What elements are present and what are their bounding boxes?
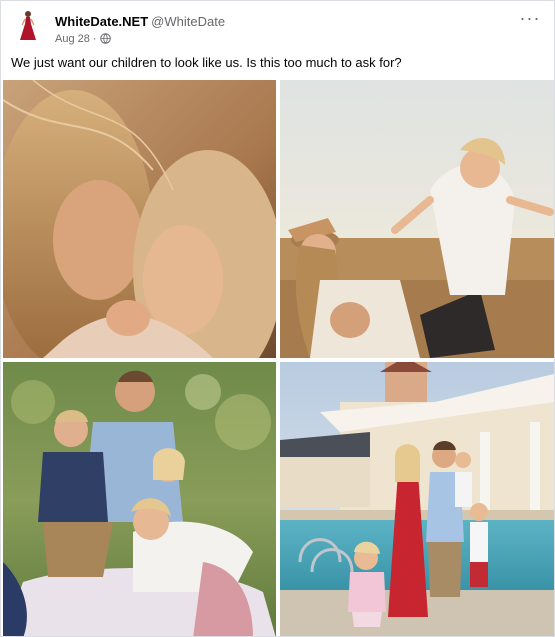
photo-mother-daughter[interactable] (3, 80, 276, 358)
photo-family-pool[interactable] (280, 362, 554, 636)
author-name[interactable]: WhiteDate.NET (55, 14, 148, 29)
photo-family-meadow[interactable] (3, 362, 276, 636)
author-handle[interactable]: @WhiteDate (151, 14, 225, 29)
post-date[interactable]: Aug 28 (55, 33, 90, 45)
meta-separator: · (92, 33, 97, 45)
globe-icon (99, 33, 111, 48)
post-header: WhiteDate.NET @WhiteDate Aug 28 · ··· (1, 1, 554, 53)
author-line: WhiteDate.NET @WhiteDate (55, 14, 225, 30)
photo-mother-child-field[interactable] (280, 80, 554, 358)
post-card: WhiteDate.NET @WhiteDate Aug 28 · ··· We j… (0, 0, 555, 637)
more-options-button[interactable]: ··· (518, 9, 542, 33)
post-meta: Aug 28 · (55, 32, 111, 48)
avatar[interactable] (13, 9, 43, 45)
photo-grid (1, 80, 554, 636)
post-caption: We just want our children to look like u… (11, 55, 402, 70)
